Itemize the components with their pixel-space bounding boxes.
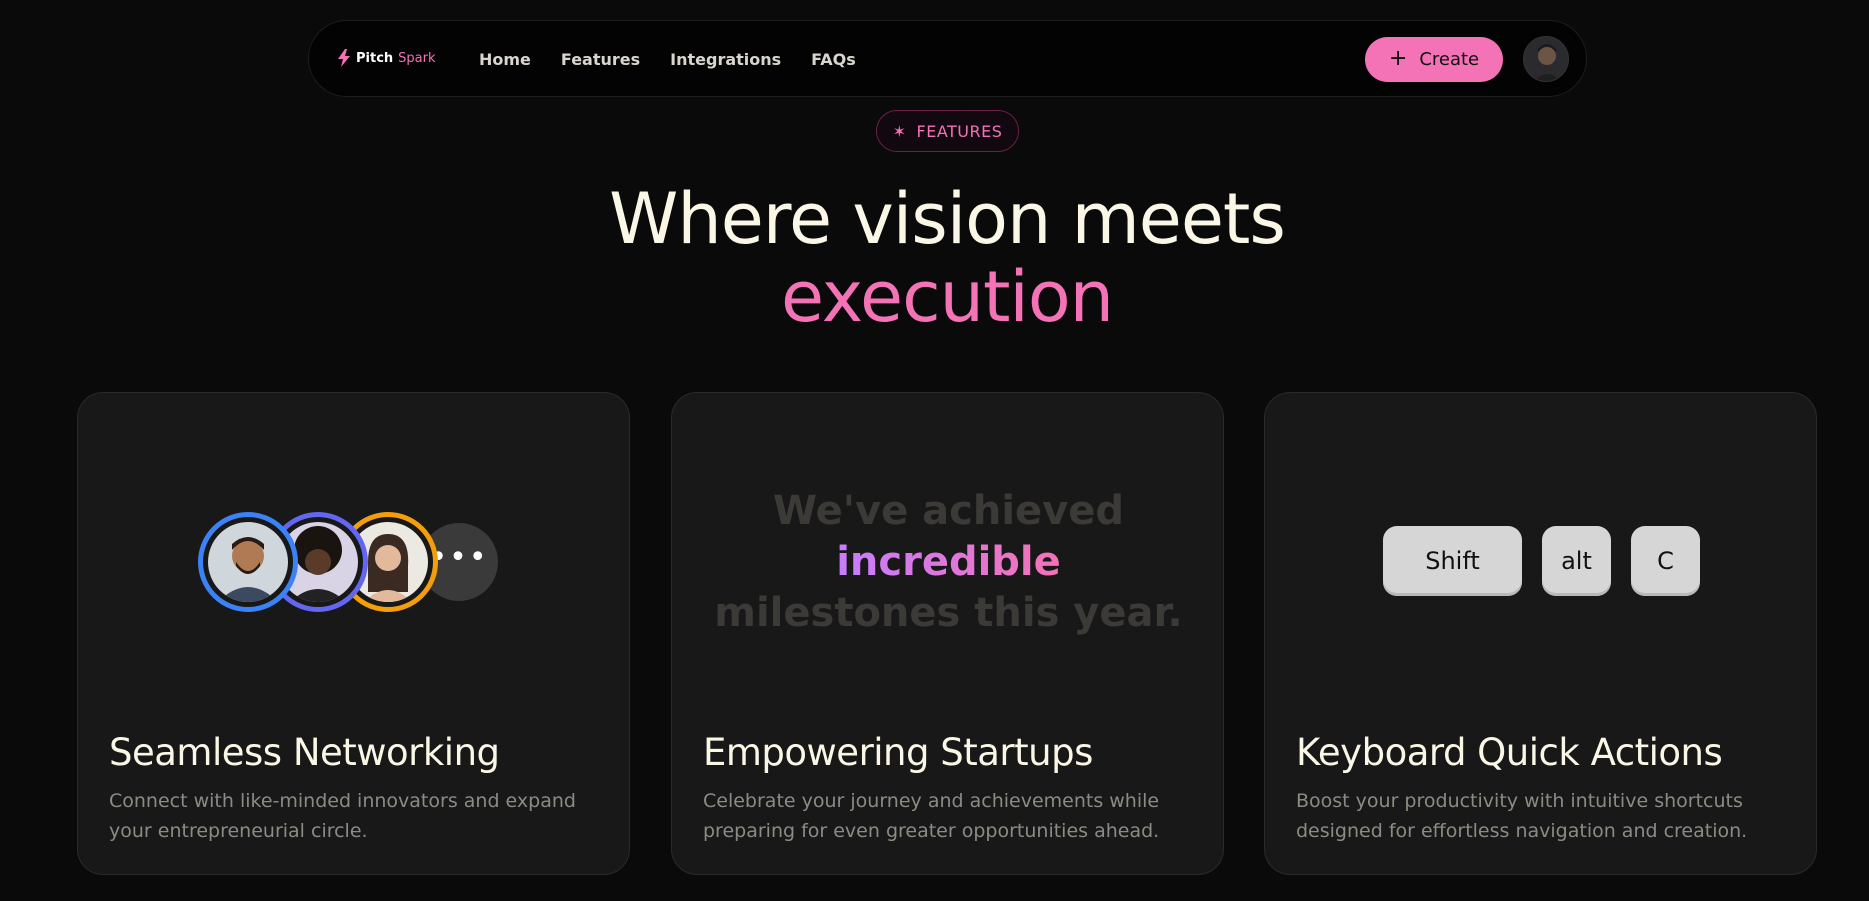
user-avatar-image <box>1524 37 1568 81</box>
page-headline: Where vision meets execution <box>0 180 1869 336</box>
features-badge-label: FEATURES <box>916 121 1003 141</box>
nav-link-integrations[interactable]: Integrations <box>670 50 781 69</box>
key-c: C <box>1631 526 1700 596</box>
nav-link-features[interactable]: Features <box>561 50 640 69</box>
create-button-label: Create <box>1419 49 1480 70</box>
logo-text-pitch: Pitch <box>356 50 394 66</box>
quote-highlight: incredible <box>836 539 1061 585</box>
nav-link-faqs[interactable]: FAQs <box>811 50 856 69</box>
feature-card-keyboard: Shift alt C Keyboard Quick Actions Boost… <box>1264 392 1817 875</box>
nav-links: Home Features Integrations FAQs <box>479 21 856 98</box>
card-description: Boost your productivity with intuitive s… <box>1296 790 1748 842</box>
headline-line-1: Where vision meets <box>609 178 1286 260</box>
quote-after: milestones this year. <box>714 590 1183 636</box>
key-shift: Shift <box>1383 526 1522 596</box>
card-description: Connect with like-minded innovators and … <box>109 790 576 842</box>
headline-line-2: execution <box>780 256 1114 338</box>
asterisk-icon: ✶ <box>892 121 907 141</box>
feature-card-startups: We've achieved incredible milestones thi… <box>671 392 1224 875</box>
quote-before: We've achieved <box>772 488 1125 534</box>
plus-icon: + <box>1388 45 1408 71</box>
nav-link-home[interactable]: Home <box>479 50 531 69</box>
logo-text-spark: Spark <box>398 50 436 66</box>
top-navbar: Pitch Spark Home Features Integrations FA… <box>308 20 1587 97</box>
person-photo <box>208 522 288 602</box>
create-button[interactable]: + Create <box>1365 37 1503 82</box>
features-badge: ✶ FEATURES <box>876 110 1019 152</box>
key-alt: alt <box>1542 526 1611 596</box>
card-description: Celebrate your journey and achievements … <box>703 790 1160 842</box>
avatar-stack: ••• <box>198 512 528 612</box>
lightning-bolt-icon <box>338 49 350 67</box>
card-title: Seamless Networking <box>109 731 500 774</box>
card-title: Keyboard Quick Actions <box>1296 731 1723 774</box>
feature-card-networking: ••• Seamless Networking Connect with lik… <box>77 392 630 875</box>
milestone-quote: We've achieved incredible milestones thi… <box>672 486 1225 639</box>
avatar <box>198 512 298 612</box>
card-title: Empowering Startups <box>703 731 1093 774</box>
user-avatar[interactable] <box>1523 36 1569 82</box>
keyboard-keys: Shift alt C <box>1265 526 1818 596</box>
logo[interactable]: Pitch Spark <box>337 49 436 67</box>
